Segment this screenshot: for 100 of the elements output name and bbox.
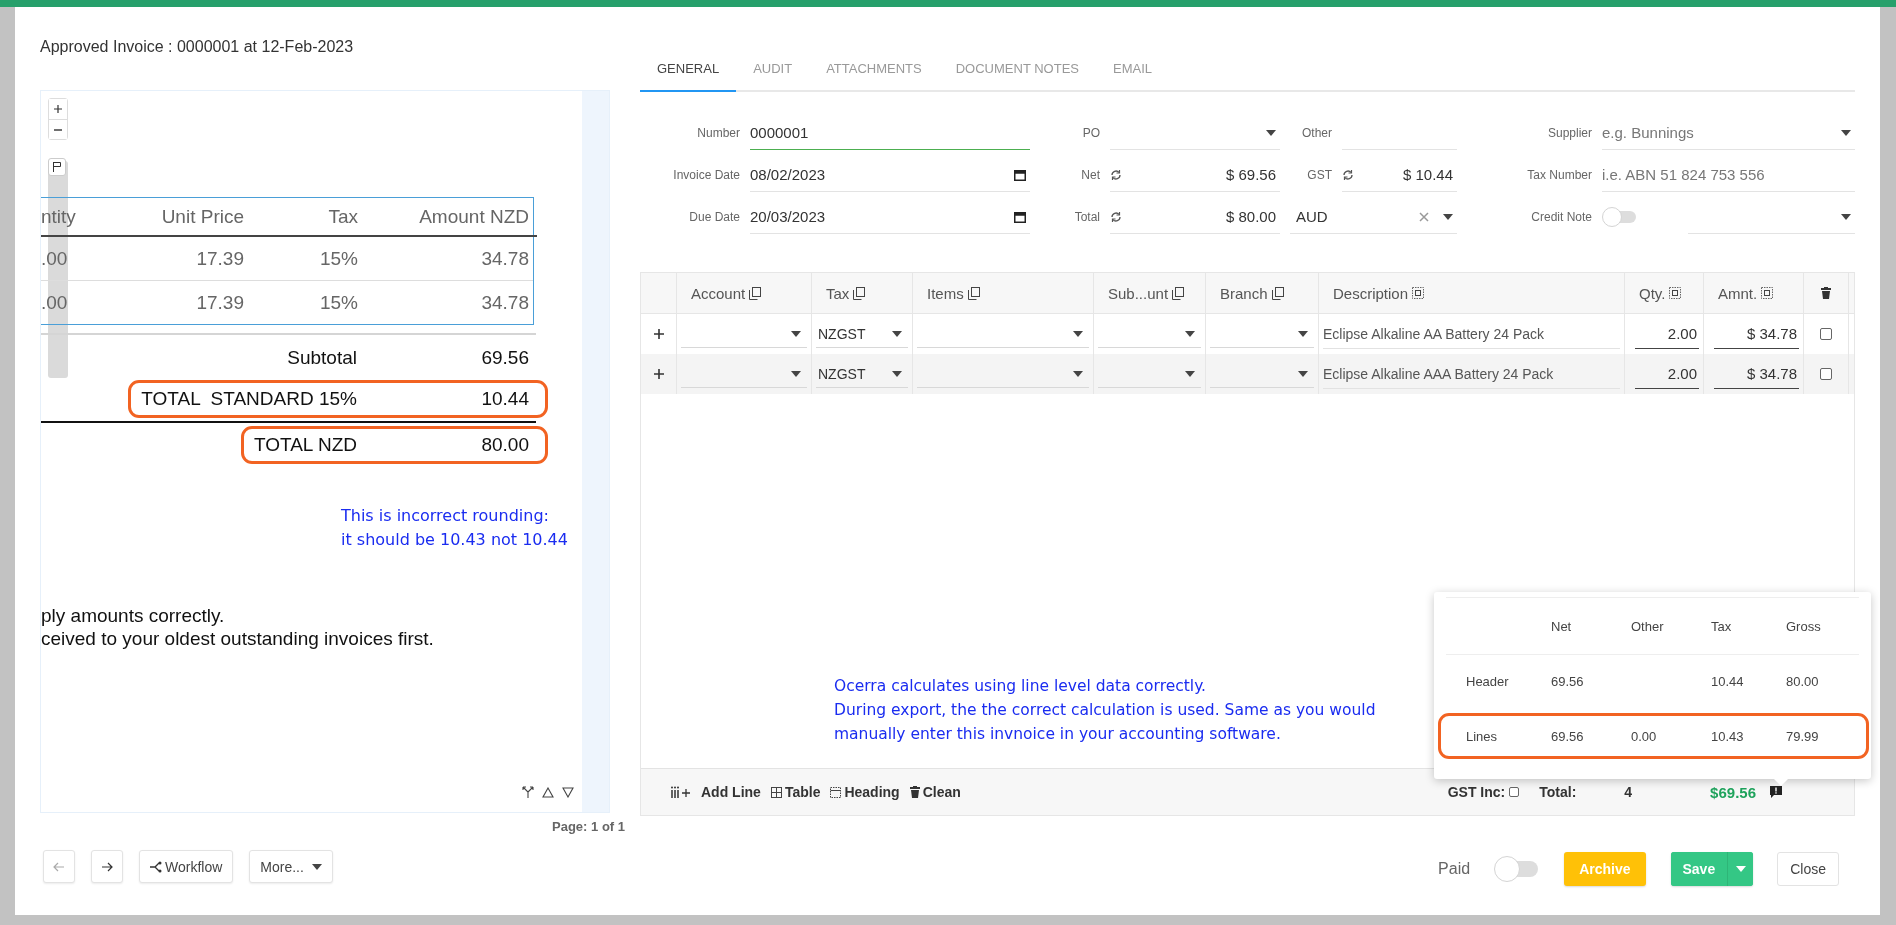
minus-icon	[54, 128, 62, 131]
next-button[interactable]	[91, 850, 123, 883]
tab[interactable]: GENERAL	[640, 51, 737, 92]
date-field[interactable]: 08/02/2023	[750, 158, 1030, 192]
table-cell-text: .00	[41, 291, 69, 314]
refresh-icon	[1110, 168, 1122, 181]
column-header: Amount NZD	[418, 205, 529, 228]
fit-icon	[522, 786, 534, 798]
add-row-button[interactable]	[652, 328, 665, 340]
next-page-button[interactable]	[562, 786, 574, 798]
field-label: Other	[1301, 126, 1332, 140]
dotted-box-icon	[1761, 287, 1774, 299]
currency-select[interactable]: AUD	[1290, 200, 1457, 234]
column-header: Account	[691, 284, 746, 302]
column-header: Sub...unt	[1108, 284, 1169, 302]
field-label: Net	[1080, 168, 1100, 182]
fit-button[interactable]	[522, 786, 534, 798]
tax-select[interactable]: NZGST	[816, 320, 908, 348]
copy-icon	[853, 286, 866, 300]
date-field[interactable]: 20/03/2023	[750, 200, 1030, 234]
quantity-field[interactable]: 2.00	[1635, 359, 1699, 389]
total-label: Subtotal	[287, 347, 357, 369]
flag-button[interactable]	[48, 158, 66, 176]
table-cell-text: 69.56	[1551, 728, 1585, 744]
credit-note-toggle[interactable]	[1602, 207, 1636, 227]
up-triangle-icon	[542, 786, 554, 798]
gst-inc-label: GST Inc:	[1447, 784, 1506, 800]
add-line-button[interactable]: Add Line	[671, 784, 761, 800]
copy-icon	[967, 286, 980, 300]
copy-icon	[1172, 286, 1185, 300]
calendar-icon	[1014, 168, 1026, 181]
heading-icon	[830, 786, 842, 798]
flag-icon	[53, 162, 61, 172]
calendar-icon	[1014, 210, 1026, 223]
clean-button[interactable]: Clean	[909, 784, 961, 800]
caret-icon	[1841, 129, 1851, 136]
clear-icon	[1419, 211, 1429, 222]
text-field[interactable]: i.e. ABN 51 824 753 556	[1602, 158, 1855, 192]
field-label: Invoice Date	[672, 168, 740, 182]
table-cell-text: .00	[41, 247, 69, 270]
amount-field[interactable]: $ 10.44	[1342, 158, 1457, 192]
table-cell-text: 10.43	[1711, 728, 1745, 744]
column-header: Qty.	[1639, 284, 1666, 302]
save-options-button[interactable]	[1727, 852, 1754, 886]
quantity-field[interactable]: 2.00	[1635, 319, 1699, 349]
close-button[interactable]: Close	[1777, 852, 1839, 886]
field-label: GST	[1306, 168, 1332, 182]
dotted-box-icon	[1412, 287, 1425, 299]
table-button[interactable]: Table	[770, 784, 821, 800]
column-header: Unit Price	[160, 205, 244, 228]
field-label: PO	[1081, 126, 1100, 140]
copy-icon	[1271, 286, 1284, 300]
branch-icon	[150, 860, 162, 873]
plus-icon	[652, 328, 665, 340]
caret-icon	[791, 370, 801, 377]
row-checkbox[interactable]	[1820, 328, 1832, 340]
text-field[interactable]: 0000001	[750, 116, 1030, 150]
tax-select[interactable]: NZGST	[816, 360, 908, 388]
field-label: Credit Note	[1530, 210, 1592, 224]
gst-inc-checkbox[interactable]	[1509, 787, 1520, 797]
zoom-out-button[interactable]	[49, 119, 67, 139]
table-cell-text: 15%	[318, 247, 358, 270]
column-header: Amnt.	[1718, 284, 1758, 302]
total-label: Total:	[1539, 784, 1577, 800]
table-cell-text: 17.39	[195, 247, 244, 270]
table-cell-text: 80.00	[1786, 673, 1820, 689]
annotation-text: This is incorrect rounding: it should be 10.43 not 10.44	[341, 505, 568, 551]
more-button[interactable]: More...	[249, 850, 333, 883]
field-label: Due Date	[688, 210, 740, 224]
add-row-button[interactable]	[652, 368, 665, 380]
paid-toggle[interactable]	[1494, 856, 1539, 882]
total-value: 80.00	[480, 434, 530, 456]
row-checkbox[interactable]	[1820, 368, 1832, 380]
line-count: 4	[1624, 784, 1633, 800]
description-field[interactable]: Eclipse Alkaline AA Battery 24 Pack	[1323, 319, 1620, 349]
caret-icon	[311, 863, 322, 870]
caret-icon	[1735, 866, 1746, 872]
trash-icon	[909, 786, 920, 798]
caret-icon	[1185, 370, 1195, 377]
caret-icon	[1298, 370, 1308, 377]
table-cell-text: 17.39	[195, 291, 244, 314]
previous-page-button[interactable]	[542, 786, 554, 798]
caret-icon	[892, 330, 902, 337]
table-cell-text: 0.00	[1631, 728, 1658, 744]
heading-button[interactable]: Heading	[830, 784, 900, 800]
caret-icon	[791, 330, 801, 337]
description-field[interactable]: Eclipse Alkaline AAA Battery 24 Pack	[1323, 359, 1620, 389]
amount-field[interactable]: $ 34.78	[1714, 319, 1799, 349]
select-field[interactable]: e.g. Bunnings	[1602, 116, 1855, 150]
paid-label: Paid	[1438, 860, 1471, 878]
caret-icon	[1185, 330, 1195, 337]
amount-field[interactable]: $ 80.00	[1110, 200, 1280, 234]
column-header: Gross	[1786, 618, 1822, 634]
amount-field[interactable]: $ 69.56	[1110, 158, 1280, 192]
table-icon	[770, 786, 782, 798]
field-label: Total	[1073, 210, 1100, 224]
workflow-button[interactable]: Workflow	[139, 850, 234, 883]
plus-icon	[54, 105, 62, 113]
column-header: Tax	[826, 284, 850, 302]
amount-field[interactable]: $ 34.78	[1714, 359, 1799, 389]
